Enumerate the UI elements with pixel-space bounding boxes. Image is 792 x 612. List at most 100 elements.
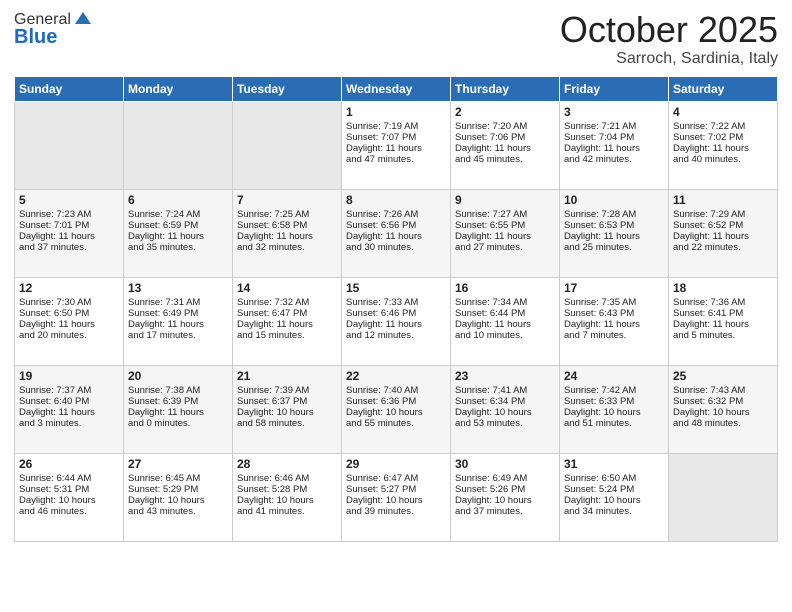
day-number: 20 — [128, 369, 228, 383]
day-number: 27 — [128, 457, 228, 471]
cell-info-line: Sunrise: 6:45 AM — [128, 473, 228, 484]
cell-info-line: Sunrise: 7:29 AM — [673, 209, 773, 220]
cell-info-line: Sunset: 7:04 PM — [564, 132, 664, 143]
day-number: 24 — [564, 369, 664, 383]
cell-info-line: Sunrise: 6:46 AM — [237, 473, 337, 484]
calendar-cell: 15Sunrise: 7:33 AMSunset: 6:46 PMDayligh… — [342, 277, 451, 365]
cell-info-line: Sunrise: 7:38 AM — [128, 385, 228, 396]
cell-info-line: and 34 minutes. — [564, 506, 664, 517]
calendar-cell: 2Sunrise: 7:20 AMSunset: 7:06 PMDaylight… — [451, 101, 560, 189]
cell-info-line: Sunset: 6:32 PM — [673, 396, 773, 407]
cell-info-line: Sunset: 6:55 PM — [455, 220, 555, 231]
calendar-cell — [15, 101, 124, 189]
cell-info-line: Sunrise: 7:41 AM — [455, 385, 555, 396]
day-number: 10 — [564, 193, 664, 207]
calendar-cell: 18Sunrise: 7:36 AMSunset: 6:41 PMDayligh… — [669, 277, 778, 365]
calendar-cell: 13Sunrise: 7:31 AMSunset: 6:49 PMDayligh… — [124, 277, 233, 365]
calendar-cell: 25Sunrise: 7:43 AMSunset: 6:32 PMDayligh… — [669, 365, 778, 453]
week-row-3: 12Sunrise: 7:30 AMSunset: 6:50 PMDayligh… — [15, 277, 778, 365]
cell-info-line: Sunrise: 7:35 AM — [564, 297, 664, 308]
calendar-cell: 21Sunrise: 7:39 AMSunset: 6:37 PMDayligh… — [233, 365, 342, 453]
day-number: 17 — [564, 281, 664, 295]
day-number: 9 — [455, 193, 555, 207]
cell-info-line: Sunset: 6:37 PM — [237, 396, 337, 407]
week-row-4: 19Sunrise: 7:37 AMSunset: 6:40 PMDayligh… — [15, 365, 778, 453]
calendar-table: SundayMondayTuesdayWednesdayThursdayFrid… — [14, 76, 778, 542]
header: General Blue October 2025 Sarroch, Sardi… — [14, 10, 778, 68]
cell-info-line: Sunset: 6:52 PM — [673, 220, 773, 231]
cell-info-line: Daylight: 11 hours — [19, 407, 119, 418]
cell-info-line: and 37 minutes. — [19, 242, 119, 253]
cell-info-line: and 25 minutes. — [564, 242, 664, 253]
calendar-cell — [124, 101, 233, 189]
cell-info-line: Sunrise: 6:49 AM — [455, 473, 555, 484]
cell-info-line: and 0 minutes. — [128, 418, 228, 429]
day-number: 28 — [237, 457, 337, 471]
cell-info-line: and 45 minutes. — [455, 154, 555, 165]
cell-info-line: Sunrise: 7:22 AM — [673, 121, 773, 132]
cell-info-line: Daylight: 11 hours — [128, 319, 228, 330]
calendar-cell: 24Sunrise: 7:42 AMSunset: 6:33 PMDayligh… — [560, 365, 669, 453]
day-number: 11 — [673, 193, 773, 207]
cell-info-line: and 12 minutes. — [346, 330, 446, 341]
cell-info-line: Sunset: 6:59 PM — [128, 220, 228, 231]
calendar-cell: 28Sunrise: 6:46 AMSunset: 5:28 PMDayligh… — [233, 453, 342, 541]
cell-info-line: Sunset: 7:06 PM — [455, 132, 555, 143]
cell-info-line: Sunrise: 7:19 AM — [346, 121, 446, 132]
weekday-header-monday: Monday — [124, 76, 233, 101]
calendar-cell: 9 Sunrise: 7:27 AMSunset: 6:55 PMDaylight… — [451, 189, 560, 277]
weekday-header-thursday: Thursday — [451, 76, 560, 101]
cell-info-line: Sunrise: 7:27 AM — [455, 209, 555, 220]
title-block: October 2025 Sarroch, Sardinia, Italy — [560, 10, 778, 68]
weekday-header-row: SundayMondayTuesdayWednesdayThursdayFrid… — [15, 76, 778, 101]
calendar-cell: 30Sunrise: 6:49 AMSunset: 5:26 PMDayligh… — [451, 453, 560, 541]
cell-info-line: Daylight: 11 hours — [346, 143, 446, 154]
cell-info-line: Sunset: 6:56 PM — [346, 220, 446, 231]
calendar-cell — [669, 453, 778, 541]
cell-info-line: Sunset: 6:47 PM — [237, 308, 337, 319]
cell-info-line: Sunrise: 7:24 AM — [128, 209, 228, 220]
cell-info-line: and 41 minutes. — [237, 506, 337, 517]
calendar-cell: 4Sunrise: 7:22 AMSunset: 7:02 PMDaylight… — [669, 101, 778, 189]
cell-info-line: Daylight: 10 hours — [673, 407, 773, 418]
cell-info-line: Sunset: 7:01 PM — [19, 220, 119, 231]
cell-info-line: and 39 minutes. — [346, 506, 446, 517]
week-row-1: 1Sunrise: 7:19 AMSunset: 7:07 PMDaylight… — [15, 101, 778, 189]
cell-info-line: Daylight: 10 hours — [455, 495, 555, 506]
day-number: 1 — [346, 105, 446, 119]
cell-info-line: Daylight: 11 hours — [346, 231, 446, 242]
cell-info-line: Daylight: 11 hours — [673, 231, 773, 242]
calendar-cell: 27Sunrise: 6:45 AMSunset: 5:29 PMDayligh… — [124, 453, 233, 541]
cell-info-line: Daylight: 10 hours — [237, 407, 337, 418]
cell-info-line: Daylight: 10 hours — [128, 495, 228, 506]
cell-info-line: Daylight: 11 hours — [19, 231, 119, 242]
day-number: 14 — [237, 281, 337, 295]
cell-info-line: Sunset: 6:49 PM — [128, 308, 228, 319]
calendar-cell — [233, 101, 342, 189]
calendar-cell: 5Sunrise: 7:23 AMSunset: 7:01 PMDaylight… — [15, 189, 124, 277]
day-number: 12 — [19, 281, 119, 295]
cell-info-line: Sunset: 5:24 PM — [564, 484, 664, 495]
cell-info-line: and 42 minutes. — [564, 154, 664, 165]
cell-info-line: Daylight: 11 hours — [564, 319, 664, 330]
calendar-container: General Blue October 2025 Sarroch, Sardi… — [0, 0, 792, 550]
cell-info-line: Sunrise: 7:36 AM — [673, 297, 773, 308]
cell-info-line: Sunrise: 7:34 AM — [455, 297, 555, 308]
cell-info-line: Sunset: 6:58 PM — [237, 220, 337, 231]
cell-info-line: Sunset: 6:53 PM — [564, 220, 664, 231]
calendar-cell: 1 Sunrise: 7:19 AMSunset: 7:07 PMDaylight… — [342, 101, 451, 189]
location-title: Sarroch, Sardinia, Italy — [560, 50, 778, 68]
weekday-header-sunday: Sunday — [15, 76, 124, 101]
cell-info-line: Daylight: 11 hours — [673, 319, 773, 330]
cell-info-line: Daylight: 11 hours — [455, 231, 555, 242]
weekday-header-tuesday: Tuesday — [233, 76, 342, 101]
cell-info-line: Sunset: 7:07 PM — [346, 132, 446, 143]
calendar-cell: 29Sunrise: 6:47 AMSunset: 5:27 PMDayligh… — [342, 453, 451, 541]
cell-info-line: Sunrise: 7:43 AM — [673, 385, 773, 396]
cell-info-line: Daylight: 10 hours — [564, 407, 664, 418]
day-number: 31 — [564, 457, 664, 471]
cell-info-line: and 48 minutes. — [673, 418, 773, 429]
cell-info-line: Daylight: 11 hours — [237, 231, 337, 242]
cell-info-line: Daylight: 10 hours — [346, 495, 446, 506]
cell-info-line: Daylight: 11 hours — [564, 143, 664, 154]
